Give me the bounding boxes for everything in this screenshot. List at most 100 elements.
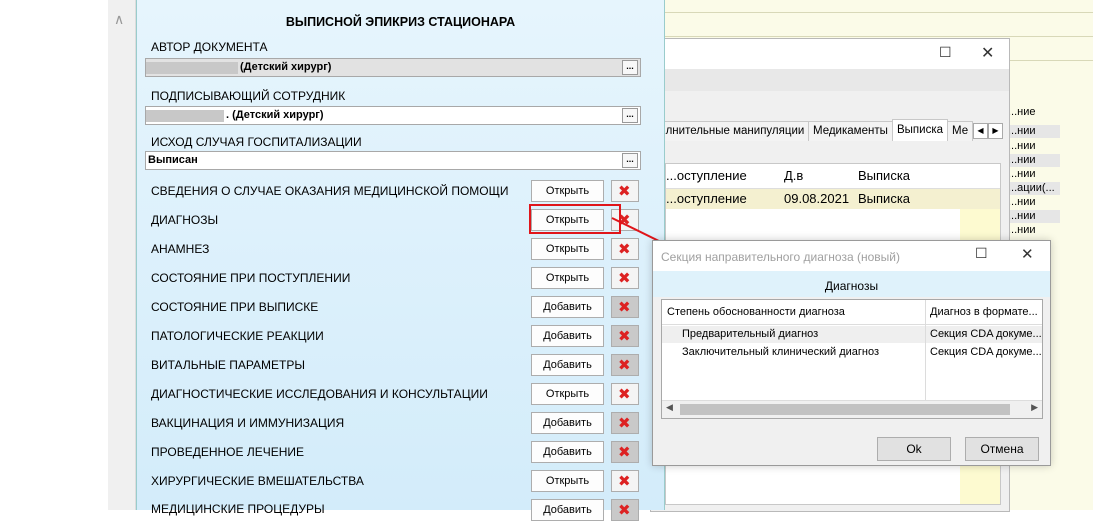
- delete-icon: ✖: [618, 443, 631, 461]
- section-label: ДИАГНОСТИЧЕСКИЕ ИССЛЕДОВАНИЯ И КОНСУЛЬТА…: [151, 387, 488, 401]
- cancel-button[interactable]: Отмена: [965, 437, 1039, 461]
- tab-scroll-right-icon[interactable]: ▶: [988, 123, 1003, 139]
- tab-manipulations[interactable]: ...лнительные манипуляции: [651, 121, 809, 141]
- form-title: ВЫПИСНОЙ ЭПИКРИЗ СТАЦИОНАРА: [285, 15, 516, 29]
- tab-scroll-left-icon[interactable]: ◀: [973, 123, 988, 139]
- close-icon[interactable]: ✕: [981, 43, 994, 62]
- signer-field[interactable]: . (Детский хирург) ...: [145, 106, 641, 125]
- dialog-title: Секция направительного диагноза (новый): [661, 250, 900, 264]
- discharge-summary-form: ВЫПИСНОЙ ЭПИКРИЗ СТАЦИОНАРА АВТОР ДОКУМЕ…: [136, 0, 665, 521]
- close-icon[interactable]: ✕: [1021, 245, 1034, 263]
- column-header: Диагноз в формате...: [930, 306, 1038, 318]
- section-action-button[interactable]: Добавить: [531, 354, 604, 376]
- outcome-field[interactable]: Выписан ...: [145, 151, 641, 170]
- section-action-button[interactable]: Добавить: [531, 499, 604, 521]
- column-header: Д.в: [784, 168, 804, 183]
- author-picker-button[interactable]: ...: [622, 60, 638, 75]
- background-side-column: ...ние ...нии ...нии ...нии ...нии ...ац…: [1008, 100, 1060, 250]
- section-delete-button[interactable]: ✖: [611, 383, 639, 405]
- section-action-button[interactable]: Добавить: [531, 441, 604, 463]
- section-delete-button[interactable]: ✖: [611, 441, 639, 463]
- section-action-button[interactable]: Открыть: [531, 470, 604, 492]
- section-label: ПАТОЛОГИЧЕСКИЕ РЕАКЦИИ: [151, 329, 324, 343]
- signer-label: ПОДПИСЫВАЮЩИЙ СОТРУДНИК: [151, 89, 346, 103]
- redacted-name: [146, 61, 238, 74]
- table-cell: Секция CDA докуме...: [930, 346, 1042, 358]
- section-label: ВАКЦИНАЦИЯ И ИММУНИЗАЦИЯ: [151, 416, 345, 430]
- delete-icon: ✖: [618, 472, 631, 490]
- diagnoses-grid: Степень обоснованности диагноза Диагноз …: [661, 299, 1043, 419]
- maximize-icon[interactable]: ☐: [939, 45, 952, 61]
- delete-icon: ✖: [618, 356, 631, 374]
- section-label: ХИРУРГИЧЕСКИЕ ВМЕШАТЕЛЬСТВА: [151, 474, 364, 488]
- background-window-titlebar: ☐ ✕: [651, 39, 1009, 69]
- delete-icon: ✖: [618, 501, 631, 519]
- section-label: СОСТОЯНИЕ ПРИ ВЫПИСКЕ: [151, 300, 319, 314]
- scroll-left-icon[interactable]: ◀: [666, 402, 673, 413]
- side-cell: ...нии: [1008, 140, 1036, 152]
- side-cell: ...нии: [1008, 224, 1036, 236]
- outcome-label: ИСХОД СЛУЧАЯ ГОСПИТАЛИЗАЦИИ: [151, 135, 362, 149]
- background-tabs: ...лнительные манипуляции Медикаменты Вы…: [651, 119, 1009, 141]
- tab-discharge[interactable]: Выписка: [892, 119, 949, 141]
- maximize-icon[interactable]: ☐: [975, 246, 988, 262]
- table-row[interactable]: Заключительный клинический диагноз Секци…: [662, 344, 1042, 361]
- table-row[interactable]: Предварительный диагноз Секция CDA докум…: [662, 326, 1042, 343]
- section-action-button[interactable]: Открыть: [531, 267, 604, 289]
- section-delete-button[interactable]: ✖: [611, 412, 639, 434]
- background-toolbar: [651, 69, 1009, 91]
- section-action-button[interactable]: Добавить: [531, 412, 604, 434]
- section-action-button[interactable]: Добавить: [531, 296, 604, 318]
- section-action-button[interactable]: Добавить: [531, 325, 604, 347]
- section-delete-button[interactable]: ✖: [611, 499, 639, 521]
- section-delete-button[interactable]: ✖: [611, 354, 639, 376]
- horizontal-scrollbar[interactable]: ◀ ▶: [662, 400, 1042, 418]
- section-label: СВЕДЕНИЯ О СЛУЧАЕ ОКАЗАНИЯ МЕДИЦИНСКОЙ П…: [151, 184, 509, 198]
- section-delete-button[interactable]: ✖: [611, 180, 639, 202]
- table-cell: 09.08.2021: [784, 191, 850, 206]
- delete-icon: ✖: [618, 298, 631, 316]
- side-cell: ...нии: [1008, 196, 1036, 208]
- signer-picker-button[interactable]: ...: [622, 108, 638, 123]
- author-label: АВТОР ДОКУМЕНТА: [151, 40, 268, 54]
- delete-icon: ✖: [618, 327, 631, 345]
- section-label: ПРОВЕДЕННОЕ ЛЕЧЕНИЕ: [151, 445, 305, 459]
- tab-medications[interactable]: Медикаменты: [808, 121, 893, 141]
- table-cell: Выписка: [858, 191, 911, 206]
- table-cell: Заключительный клинический диагноз: [682, 346, 880, 358]
- section-delete-button[interactable]: ✖: [611, 296, 639, 318]
- section-action-button[interactable]: Открыть: [531, 180, 604, 202]
- scroll-right-icon[interactable]: ▶: [1031, 402, 1038, 413]
- side-cell: ...нии: [1008, 210, 1060, 223]
- dialog-titlebar: Секция направительного диагноза (новый) …: [653, 241, 1050, 271]
- table-header: ...оступление Д.в Выписка: [666, 164, 1000, 189]
- delete-icon: ✖: [618, 182, 631, 200]
- table-cell: Секция CDA докуме...: [930, 328, 1042, 340]
- redacted-name: [146, 109, 224, 122]
- section-label: МЕДИЦИНСКИЕ ПРОЦЕДУРЫ: [151, 502, 325, 516]
- tab-more[interactable]: Ме: [947, 121, 973, 141]
- side-cell: ...нии: [1008, 154, 1060, 167]
- column-header: Выписка: [858, 168, 911, 183]
- section-label: СОСТОЯНИЕ ПРИ ПОСТУПЛЕНИИ: [151, 271, 351, 285]
- dialog-header: Диагнозы: [653, 271, 1050, 297]
- column-separator: [925, 300, 926, 400]
- column-header: Степень обоснованности диагноза: [667, 306, 845, 318]
- scrollbar-thumb[interactable]: [680, 404, 1010, 415]
- author-field[interactable]: (Детский хирург) ...: [145, 58, 641, 77]
- column-header: ...оступление: [666, 168, 747, 183]
- scroll-up-chevron-icon[interactable]: ∧: [114, 12, 124, 28]
- signer-value: . (Детский хирург): [226, 109, 324, 121]
- left-scrollbar[interactable]: ∧: [108, 0, 136, 510]
- side-cell: ...нии: [1008, 168, 1036, 180]
- section-label: ВИТАЛЬНЫЕ ПАРАМЕТРЫ: [151, 358, 305, 372]
- section-action-button[interactable]: Открыть: [531, 238, 604, 260]
- ok-button[interactable]: Ok: [877, 437, 951, 461]
- table-row[interactable]: ...оступление 09.08.2021 Выписка: [666, 189, 1000, 209]
- section-action-button[interactable]: Открыть: [531, 383, 604, 405]
- section-delete-button[interactable]: ✖: [611, 325, 639, 347]
- left-panel: [0, 0, 108, 510]
- outcome-picker-button[interactable]: ...: [622, 153, 638, 168]
- delete-icon: ✖: [618, 414, 631, 432]
- section-delete-button[interactable]: ✖: [611, 470, 639, 492]
